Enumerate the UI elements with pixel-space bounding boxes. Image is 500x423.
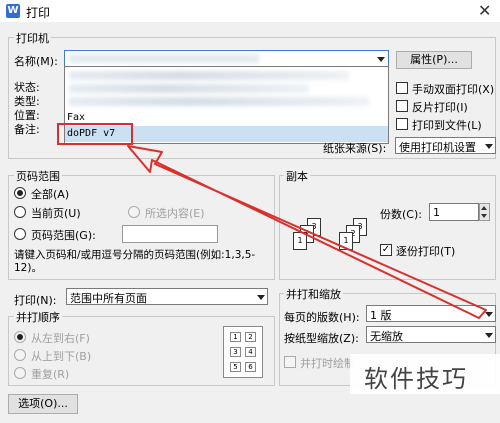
annotation-arrow-shape — [127, 145, 487, 319]
annotation-arrow — [127, 145, 487, 319]
